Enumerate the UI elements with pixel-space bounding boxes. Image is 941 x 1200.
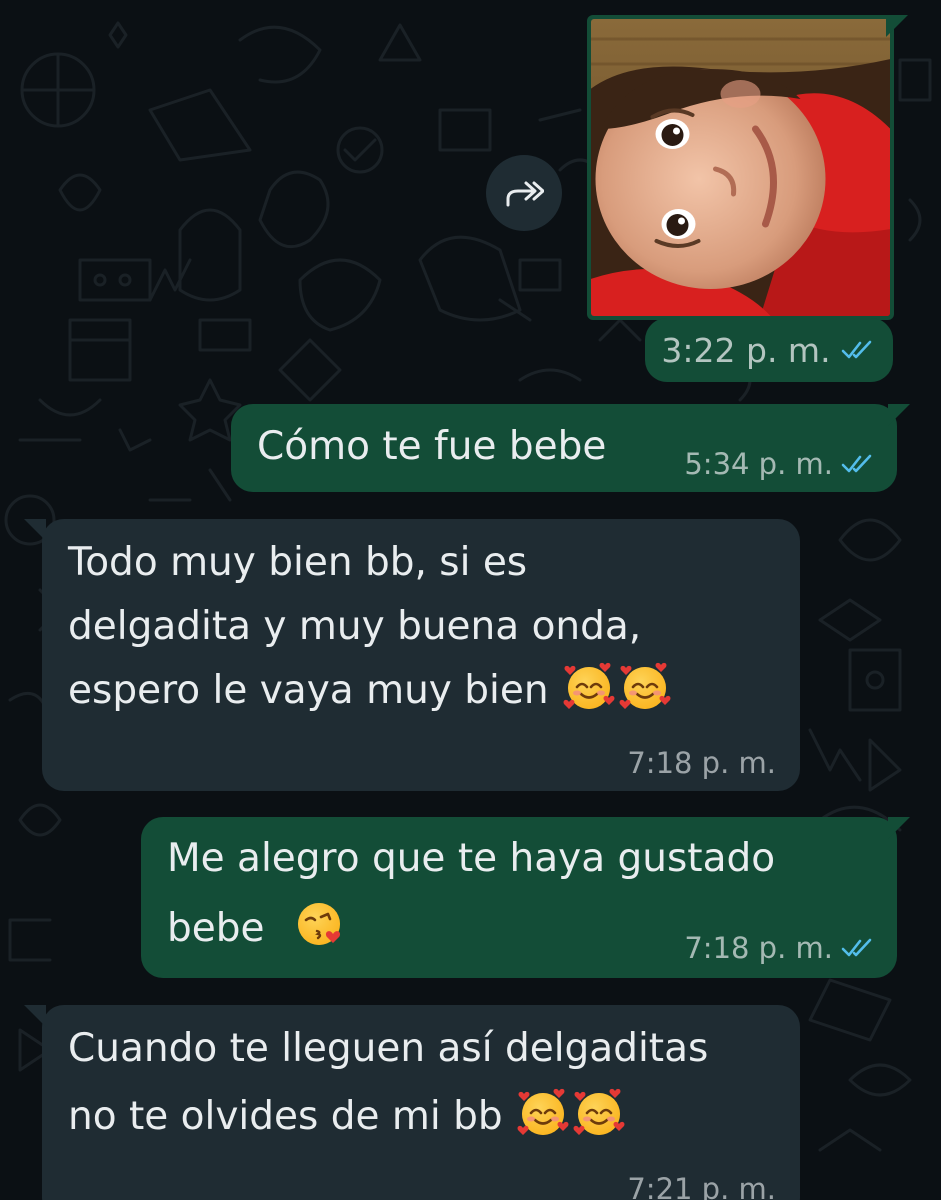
incoming-message[interactable]: Cuando te lleguen así delgaditas no te o… xyxy=(42,1005,800,1200)
smiling-face-with-hearts-emoji xyxy=(517,1086,569,1138)
bubble-tail xyxy=(888,817,910,839)
message-time: 7:18 p. m. xyxy=(627,746,776,780)
bubble-tail xyxy=(886,15,908,37)
incoming-message[interactable]: Todo muy bien bb, si es delgadita y muy … xyxy=(42,519,800,791)
outgoing-message[interactable]: Me alegro que te haya gustado bebe 7:18 … xyxy=(141,817,897,978)
bubble-tail xyxy=(24,1005,46,1027)
forward-icon xyxy=(506,181,544,207)
image-timestamp: 3:22 p. m. xyxy=(645,318,893,382)
message-time: 3:22 p. m. xyxy=(661,330,831,370)
image-message[interactable] xyxy=(587,15,894,320)
bubble-tail xyxy=(888,404,910,426)
smiling-face-with-hearts-emoji xyxy=(573,1086,625,1138)
message-line-2: delgadita y muy buena onda, xyxy=(68,604,642,649)
message-meta: 7:18 p. m. xyxy=(627,745,776,781)
message-line-1: Me alegro que te haya gustado xyxy=(167,836,776,881)
message-line-1: Cuando te lleguen así delgaditas xyxy=(68,1026,709,1071)
message-meta: 5:34 p. m. xyxy=(684,446,877,482)
message-time: 7:18 p. m. xyxy=(684,931,833,965)
double-check-icon xyxy=(841,936,877,960)
message-line-2-text: bebe xyxy=(167,906,265,951)
message-line-3-text: espero le vaya muy bien xyxy=(68,668,549,713)
message-line-2: no te olvides de mi bb xyxy=(68,1085,625,1148)
message-meta: 7:21 p. m. xyxy=(627,1171,776,1200)
message-time: 5:34 p. m. xyxy=(684,447,833,481)
message-time: 7:21 p. m. xyxy=(627,1172,776,1200)
face-blowing-a-kiss-emoji xyxy=(295,898,347,950)
forward-button[interactable] xyxy=(486,155,562,231)
message-line-3: espero le vaya muy bien xyxy=(68,659,671,722)
message-line-2-text: no te olvides de mi bb xyxy=(68,1094,503,1139)
child-photo xyxy=(591,19,890,316)
double-check-icon xyxy=(841,452,877,476)
smiling-face-with-hearts-emoji xyxy=(619,660,671,712)
message-line-2: bebe xyxy=(167,897,347,960)
double-check-icon xyxy=(841,338,877,362)
bubble-tail xyxy=(24,519,46,541)
message-text: Cómo te fue bebe xyxy=(257,424,607,469)
smiling-face-with-hearts-emoji xyxy=(563,660,615,712)
outgoing-message[interactable]: Cómo te fue bebe 5:34 p. m. xyxy=(231,404,897,492)
message-line-1: Todo muy bien bb, si es xyxy=(68,540,528,585)
message-photo[interactable] xyxy=(591,19,890,316)
message-meta: 7:18 p. m. xyxy=(684,930,877,966)
